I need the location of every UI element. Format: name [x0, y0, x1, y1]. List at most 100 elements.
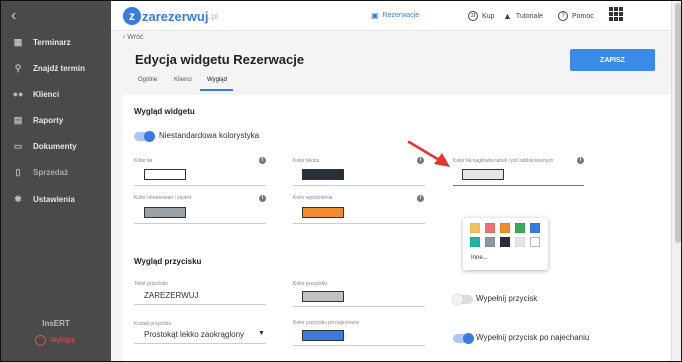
header-bg-label: Kolor tła nagłówka tabeli i pól zablokow… [453, 158, 554, 164]
scrollbar[interactable] [671, 1, 681, 361]
sidebar-item-klienci[interactable]: ●● Klienci [1, 83, 111, 105]
help-icon: ? [558, 11, 568, 21]
button-hover-color-swatch[interactable] [302, 330, 344, 341]
color-option[interactable] [530, 237, 540, 247]
field-underline-active [453, 185, 584, 186]
nav-tutorials-label: Tutoriale [515, 12, 543, 20]
sidebar-item-label: Ustawienia [33, 194, 75, 204]
logout-label: Wyloguj [50, 337, 75, 344]
toggle-knob [463, 333, 474, 344]
color-option[interactable] [470, 237, 480, 247]
collapse-sidebar-icon[interactable]: ‹ [11, 7, 16, 25]
folder-icon: ▭ [13, 140, 23, 151]
calendar-icon: ▣ [371, 11, 379, 20]
report-icon: ▤ [13, 114, 23, 125]
sidebar-item-ustawienia[interactable]: ✹ Ustawienia [1, 188, 111, 210]
tab-clients[interactable]: Klienci [174, 77, 192, 83]
back-link[interactable]: ‹ Wróć [123, 34, 143, 41]
info-icon[interactable]: i [417, 195, 424, 202]
tab-appearance[interactable]: Wygląd [207, 77, 227, 83]
nav-help[interactable]: ? Pomoc [558, 11, 594, 21]
top-bar: z zarezerwuj .pl ▣ Rezerwacje zł Kup ▲ T… [111, 1, 671, 31]
button-text-input[interactable]: ZAREZERWUJ [144, 291, 199, 300]
save-button[interactable]: ZAPISZ [570, 49, 655, 71]
color-option[interactable] [530, 223, 540, 233]
price-tag-icon: zł [468, 11, 478, 21]
custom-colors-toggle[interactable] [134, 131, 155, 142]
button-shape-label: Kształt przycisku [134, 321, 172, 327]
sidebar-item-sprzedaz[interactable]: ▯ Sprzedaż [1, 161, 111, 183]
button-hover-color-label: Kolor przycisku po najechaniu [293, 320, 360, 326]
graduation-cap-icon: ▲ [503, 11, 512, 21]
color-option[interactable] [515, 237, 525, 247]
info-icon[interactable]: i [417, 157, 424, 164]
color-option[interactable] [515, 223, 525, 233]
sidebar-item-label: Znajdź termin [33, 63, 86, 73]
fill-hover-toggle[interactable] [453, 333, 474, 344]
logo[interactable]: z zarezerwuj .pl [123, 7, 218, 25]
nav-help-label: Pomoc [572, 12, 594, 20]
nav-buy-label: Kup [482, 12, 495, 20]
logout-button[interactable]: Wyloguj [35, 335, 75, 346]
sidebar-item-raporty[interactable]: ▤ Raporty [1, 109, 111, 131]
border-color-swatch[interactable] [144, 207, 186, 218]
color-option[interactable] [485, 223, 495, 233]
chevron-down-icon[interactable]: ▼ [258, 330, 265, 337]
apps-grid-icon[interactable] [609, 7, 623, 21]
sidebar-item-label: Dokumenty [33, 141, 77, 151]
fill-button-label: Wypełnij przycisk [476, 294, 538, 303]
field-underline [293, 345, 425, 346]
sidebar-item-label: Raporty [33, 115, 64, 125]
color-option[interactable] [500, 237, 510, 247]
widget-section-title: Wygląd widgetu [134, 107, 195, 116]
color-picker-popup: Inne... [463, 218, 548, 270]
info-icon[interactable]: i [577, 157, 584, 164]
toggle-knob [144, 131, 155, 142]
border-color-label: Kolor obramowań i stylest [134, 195, 192, 201]
button-section-title: Wygląd przycisku [134, 257, 202, 266]
users-icon: ●● [12, 89, 24, 99]
fill-hover-label: Wypełnij przycisk po najechaniu [476, 333, 590, 342]
text-color-swatch[interactable] [302, 169, 344, 180]
fill-button-toggle[interactable] [452, 294, 473, 305]
field-underline [134, 223, 266, 224]
info-icon[interactable]: i [259, 195, 266, 202]
button-shape-select[interactable]: Prostokąt lekko zaokrąglony [144, 330, 244, 339]
tab-general[interactable]: Ogólne [138, 77, 157, 83]
scrollbar-thumb[interactable] [675, 3, 681, 243]
header-bg-swatch[interactable] [462, 169, 504, 180]
sidebar-item-label: Klienci [33, 89, 60, 99]
nav-reservations[interactable]: ▣ Rezerwacje [371, 11, 419, 20]
nav-buy[interactable]: zł Kup [468, 11, 494, 21]
bg-color-label: Kolor tła [134, 158, 153, 164]
settings-card: Wygląd widgetu Niestandardowa kolorystyk… [123, 95, 671, 361]
search-icon: ⚲ [14, 62, 22, 73]
nav-reservations-label: Rezerwacje [382, 12, 420, 19]
logo-text: zarezerwuj [142, 8, 209, 24]
sidebar-item-label: Sprzedaż [33, 167, 69, 177]
highlight-color-label: Kolor wyróżnienia [293, 195, 333, 201]
highlight-color-swatch[interactable] [302, 207, 344, 218]
color-option[interactable] [485, 237, 495, 247]
sidebar: ‹ ▦ Terminarz ⚲ Znajdź termin ●● Klienci… [1, 1, 111, 361]
sidebar-item-terminarz[interactable]: ▦ Terminarz [1, 31, 111, 53]
brand-footer: InsERT [42, 319, 70, 328]
field-underline [134, 304, 266, 305]
gear-icon: ✹ [14, 193, 22, 204]
page-title: Edycja widgetu Rezerwacje [135, 52, 305, 67]
button-color-swatch[interactable] [302, 291, 344, 302]
nav-tutorials[interactable]: ▲ Tutoriale [503, 11, 543, 21]
text-color-label: Kolor tekstu [293, 158, 320, 164]
bg-color-swatch[interactable] [144, 169, 186, 180]
main-content: ‹ Wróć Edycja widgetu Rezerwacje ZAPISZ … [111, 31, 671, 361]
power-icon [35, 335, 46, 346]
color-option[interactable] [500, 223, 510, 233]
field-underline [134, 343, 266, 344]
more-colors-option[interactable]: Inne... [471, 255, 488, 261]
sidebar-item-label: Terminarz [33, 37, 71, 47]
sidebar-item-dokumenty[interactable]: ▭ Dokumenty [1, 135, 111, 157]
field-underline [293, 223, 425, 224]
color-option[interactable] [470, 223, 480, 233]
sidebar-item-znajdz-termin[interactable]: ⚲ Znajdź termin [1, 57, 111, 79]
info-icon[interactable]: i [259, 157, 266, 164]
